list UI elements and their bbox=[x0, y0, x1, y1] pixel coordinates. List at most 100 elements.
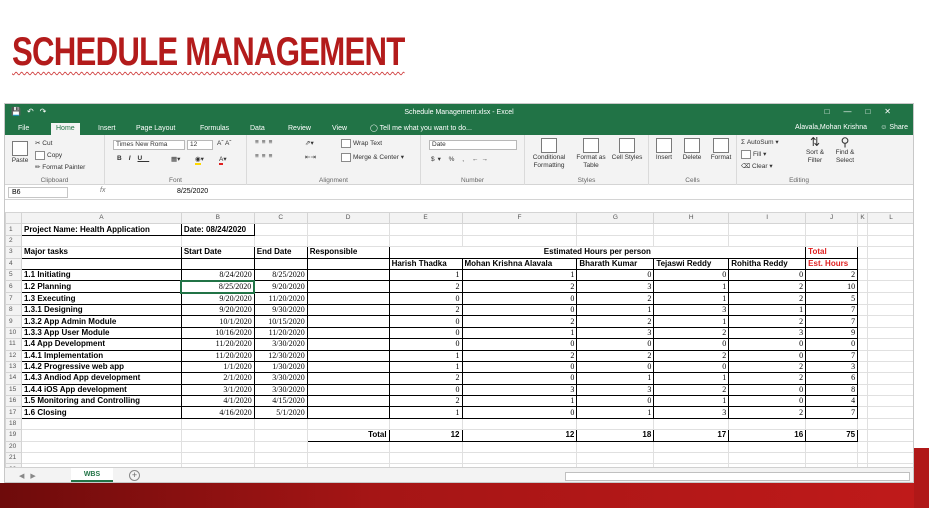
row-header[interactable]: 19 bbox=[5, 429, 22, 442]
cell[interactable] bbox=[867, 452, 913, 465]
hours-cell[interactable]: 1 bbox=[576, 406, 655, 419]
cell-table[interactable]: A B C D E F G H I J K L 1 Project Name: Health Applic… bbox=[5, 212, 913, 467]
header-est-hours[interactable]: Est. Hours bbox=[805, 257, 859, 270]
task-name-cell[interactable]: 1.3.3 App User Module bbox=[20, 326, 182, 340]
cell[interactable] bbox=[857, 417, 869, 431]
cell[interactable] bbox=[857, 246, 869, 259]
hours-cell[interactable]: 2 bbox=[388, 303, 463, 317]
hours-cell[interactable]: 0 bbox=[653, 268, 730, 282]
header-major-tasks[interactable]: Major tasks bbox=[20, 246, 182, 259]
person-name-header[interactable]: Bharath Kumar bbox=[576, 257, 655, 270]
hours-cell[interactable]: 0 bbox=[461, 303, 578, 317]
hours-cell[interactable]: 0 bbox=[461, 338, 578, 351]
task-total-cell[interactable]: 6 bbox=[805, 372, 859, 385]
cell[interactable] bbox=[180, 257, 255, 270]
task-name-cell[interactable]: 1.5 Monitoring and Controlling bbox=[20, 395, 182, 408]
responsible-cell[interactable] bbox=[306, 315, 390, 328]
task-total-cell[interactable]: 5 bbox=[805, 292, 859, 305]
cell[interactable] bbox=[20, 234, 182, 248]
formula-input[interactable]: 8/25/2020 bbox=[177, 188, 208, 195]
row-header[interactable]: 13 bbox=[5, 360, 22, 374]
cell[interactable] bbox=[306, 440, 390, 454]
format-cells-button[interactable]: Format bbox=[707, 138, 735, 161]
hours-cell[interactable]: 2 bbox=[728, 280, 807, 294]
cell[interactable] bbox=[180, 417, 255, 431]
task-total-cell[interactable]: 2 bbox=[805, 268, 859, 282]
cell[interactable] bbox=[728, 440, 807, 454]
cell[interactable] bbox=[857, 406, 869, 419]
column-header-j[interactable]: J bbox=[805, 212, 859, 225]
cell[interactable] bbox=[306, 234, 390, 248]
hours-cell[interactable]: 0 bbox=[728, 383, 807, 397]
responsible-cell[interactable] bbox=[306, 326, 390, 340]
cell[interactable] bbox=[653, 452, 730, 465]
hours-cell[interactable]: 0 bbox=[461, 372, 578, 385]
cell[interactable] bbox=[867, 338, 913, 351]
hours-cell[interactable]: 0 bbox=[461, 406, 578, 419]
tab-data[interactable]: Data bbox=[245, 123, 270, 135]
cell[interactable] bbox=[461, 452, 578, 465]
hours-cell[interactable]: 0 bbox=[388, 383, 463, 397]
cell[interactable] bbox=[180, 429, 255, 442]
cell[interactable] bbox=[576, 234, 655, 248]
person-name-header[interactable]: Mohan Krishna Alavala bbox=[461, 257, 578, 270]
cell[interactable] bbox=[867, 257, 913, 270]
row-header[interactable]: 12 bbox=[5, 349, 22, 362]
cell[interactable] bbox=[805, 452, 859, 465]
cell[interactable] bbox=[867, 429, 913, 442]
end-date-cell[interactable]: 11/20/2020 bbox=[253, 326, 308, 340]
hours-cell[interactable]: 2 bbox=[728, 360, 807, 374]
cell[interactable] bbox=[805, 234, 859, 248]
task-name-cell[interactable]: 1.4.1 Implementation bbox=[20, 349, 182, 362]
cell[interactable] bbox=[388, 452, 463, 465]
autosum-button[interactable]: Σ AutoSum ▾ bbox=[741, 138, 779, 146]
cell[interactable] bbox=[253, 440, 308, 454]
header-estimated-hours[interactable]: Estimated Hours per person bbox=[388, 246, 807, 259]
delete-cells-button[interactable]: Delete bbox=[679, 138, 705, 161]
cell[interactable] bbox=[857, 395, 869, 408]
tab-formulas[interactable]: Formulas bbox=[195, 123, 234, 135]
hours-cell[interactable]: 1 bbox=[653, 372, 730, 385]
end-date-cell[interactable]: 4/15/2020 bbox=[253, 395, 308, 408]
hours-cell[interactable]: 2 bbox=[653, 349, 730, 362]
row-header[interactable]: 5 bbox=[5, 268, 22, 282]
row-header[interactable]: 16 bbox=[5, 395, 22, 408]
cell[interactable] bbox=[180, 234, 255, 248]
cell[interactable] bbox=[728, 223, 807, 236]
indent-buttons[interactable]: ⇤⇥ bbox=[305, 153, 316, 161]
cell[interactable] bbox=[728, 234, 807, 248]
hours-cell[interactable]: 2 bbox=[653, 326, 730, 340]
responsible-cell[interactable] bbox=[306, 268, 390, 282]
hours-cell[interactable]: 0 bbox=[461, 360, 578, 374]
row-header[interactable]: 14 bbox=[5, 372, 22, 385]
wrap-text-button[interactable]: Wrap Text bbox=[341, 139, 382, 148]
insert-cells-button[interactable]: Insert bbox=[651, 138, 677, 161]
cell[interactable] bbox=[461, 417, 578, 431]
cell[interactable] bbox=[180, 440, 255, 454]
end-date-cell[interactable]: 1/30/2020 bbox=[253, 360, 308, 374]
hours-cell[interactable]: 3 bbox=[461, 383, 578, 397]
task-total-cell[interactable]: 7 bbox=[805, 349, 859, 362]
task-name-cell[interactable]: 1.3 Executing bbox=[20, 292, 182, 305]
start-date-cell[interactable]: 3/1/2020 bbox=[180, 383, 255, 397]
horizontal-scrollbar[interactable] bbox=[565, 472, 910, 481]
select-all-corner[interactable] bbox=[5, 212, 22, 225]
cell[interactable] bbox=[867, 326, 913, 340]
cell[interactable] bbox=[461, 234, 578, 248]
cell[interactable] bbox=[867, 280, 913, 294]
cell-styles-button[interactable]: Cell Styles bbox=[611, 138, 643, 162]
hours-cell[interactable]: 1 bbox=[388, 349, 463, 362]
cell[interactable] bbox=[857, 452, 869, 465]
hours-cell[interactable]: 3 bbox=[728, 326, 807, 340]
row-header[interactable]: 15 bbox=[5, 383, 22, 397]
cell[interactable] bbox=[867, 383, 913, 397]
end-date-cell[interactable]: 9/30/2020 bbox=[253, 303, 308, 317]
fx-icon[interactable]: fx bbox=[100, 187, 105, 194]
cell[interactable] bbox=[388, 440, 463, 454]
start-date-cell[interactable]: 8/25/2020 bbox=[180, 279, 256, 294]
hours-cell[interactable]: 1 bbox=[728, 303, 807, 317]
cell[interactable] bbox=[253, 417, 308, 431]
task-name-cell[interactable]: 1.2 Planning bbox=[20, 280, 182, 294]
responsible-cell[interactable] bbox=[306, 292, 390, 305]
share-button[interactable]: ☺ Share bbox=[880, 124, 908, 131]
